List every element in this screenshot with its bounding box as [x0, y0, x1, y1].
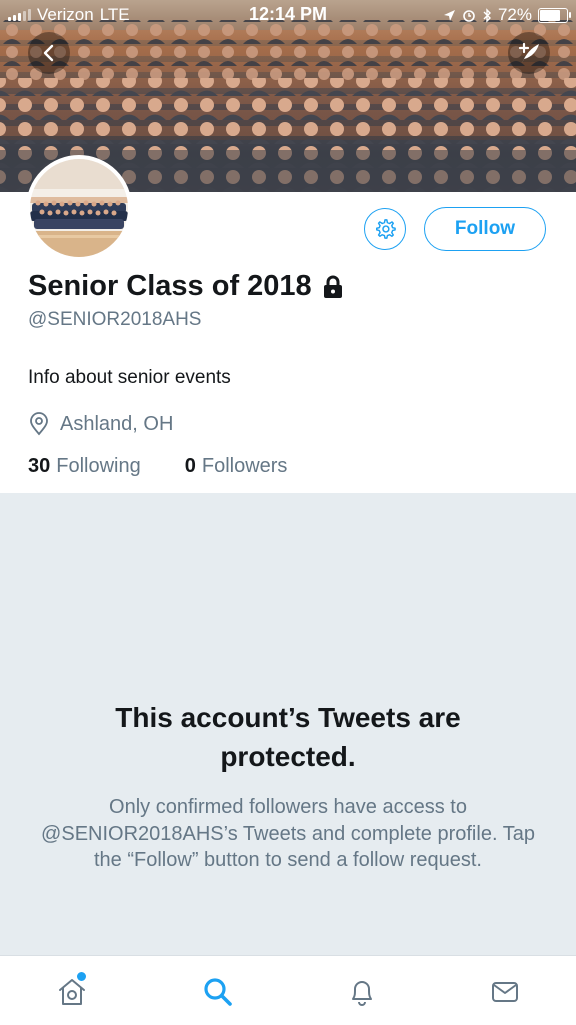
- unread-dot: [75, 970, 88, 983]
- tab-messages[interactable]: [485, 974, 525, 1010]
- protected-title: This account’s Tweets are protected.: [115, 702, 461, 772]
- gear-icon: [376, 219, 396, 239]
- following-count: 30: [28, 455, 51, 477]
- location-arrow-icon: [443, 9, 455, 21]
- display-name: Senior Class of 2018: [28, 270, 312, 302]
- bluetooth-icon: [483, 7, 491, 23]
- following-label: Following: [56, 455, 141, 477]
- alarm-icon: [463, 10, 475, 22]
- lock-icon: [323, 275, 342, 298]
- back-button[interactable]: [28, 32, 70, 74]
- tab-notifications[interactable]: [342, 974, 382, 1010]
- profile-avatar[interactable]: [26, 155, 132, 261]
- search-icon: [204, 978, 232, 1006]
- protected-message: Only confirmed followers have access to …: [41, 796, 535, 871]
- compose-tweet-button[interactable]: [508, 32, 550, 74]
- follow-button[interactable]: Follow: [424, 207, 546, 251]
- followers-stat[interactable]: 0 Followers: [185, 455, 288, 478]
- compose-tweet-icon: [518, 42, 539, 63]
- followers-label: Followers: [201, 455, 288, 477]
- messages-icon: [492, 982, 518, 1002]
- notifications-icon: [352, 981, 372, 1006]
- profile-handle: @SENIOR2018AHS: [28, 309, 202, 330]
- chevron-left-icon: [43, 44, 54, 62]
- avatar-group-photo: [30, 159, 128, 257]
- tab-search[interactable]: [198, 974, 238, 1010]
- location-text: Ashland, OH: [60, 412, 174, 435]
- location-pin-icon: [30, 412, 48, 436]
- bottom-tab-bar: [0, 955, 576, 1025]
- tab-home[interactable]: [52, 970, 92, 1010]
- battery-percent: 72%: [497, 5, 532, 24]
- battery-icon: [538, 7, 571, 23]
- profile-bio: Info about senior events: [28, 367, 231, 388]
- profile-location: Ashland, OH: [28, 412, 173, 436]
- followers-count: 0: [184, 455, 196, 477]
- follow-stats: 30 Following 0 Followers: [28, 455, 287, 478]
- following-stat[interactable]: 30 Following: [28, 455, 141, 478]
- protected-tweets-panel: This account’s Tweets are protected. Onl…: [0, 493, 576, 955]
- profile-name-row: Senior Class of 2018: [28, 270, 344, 303]
- status-bar: Verizon LTE 12:14 PM 72%: [0, 0, 576, 30]
- profile-settings-button[interactable]: [364, 208, 406, 250]
